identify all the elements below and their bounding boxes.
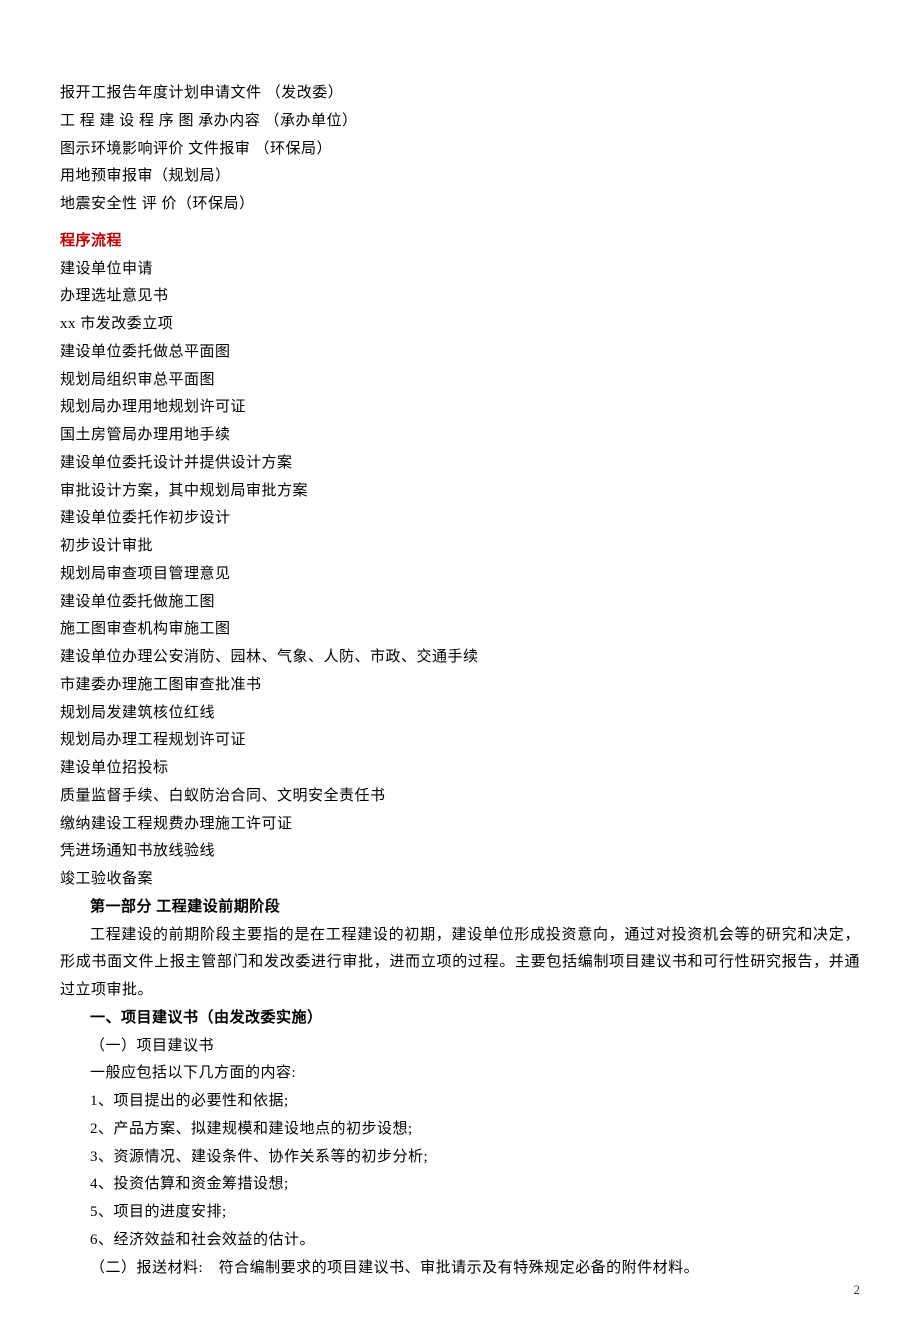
part1-paragraph: 工程建设的前期阶段主要指的是在工程建设的初期，建设单位形成投资意向，通过对投资机… [60, 922, 860, 1005]
intro-line: 报开工报告年度计划申请文件 （发改委） [60, 80, 860, 108]
procedure-step: 质量监督手续、白蚁防治合同、文明安全责任书 [60, 783, 860, 811]
procedure-step: 国土房管局办理用地手续 [60, 422, 860, 450]
intro-line: 用地预审报审（规划局） [60, 163, 860, 191]
section1-item: 6、经济效益和社会效益的估计。 [60, 1227, 860, 1255]
procedure-list: 建设单位申请 办理选址意见书 xx 市发改委立项 建设单位委托做总平面图 规划局… [60, 256, 860, 894]
procedure-step: 市建委办理施工图审查批准书 [60, 672, 860, 700]
procedure-step: 规划局办理工程规划许可证 [60, 727, 860, 755]
procedure-step: 建设单位办理公安消防、园林、气象、人防、市政、交通手续 [60, 644, 860, 672]
procedure-step: 规划局审查项目管理意见 [60, 561, 860, 589]
procedure-step: 建设单位申请 [60, 256, 860, 284]
spacer [60, 219, 860, 228]
procedure-step: 竣工验收备案 [60, 866, 860, 894]
part1-heading: 第一部分 工程建设前期阶段 [60, 894, 860, 922]
procedure-step: 建设单位委托作初步设计 [60, 505, 860, 533]
intro-line: 地震安全性 评 价（环保局） [60, 191, 860, 219]
section1-list: （一）项目建议书 一般应包括以下几方面的内容: 1、项目提出的必要性和依据; 2… [60, 1033, 860, 1283]
section1-item: 5、项目的进度安排; [60, 1199, 860, 1227]
section1-item: 1、项目提出的必要性和依据; [60, 1088, 860, 1116]
intro-block: 报开工报告年度计划申请文件 （发改委） 工 程 建 设 程 序 图 承办内容 （… [60, 80, 860, 219]
procedure-step: 审批设计方案，其中规划局审批方案 [60, 478, 860, 506]
intro-line: 图示环境影响评价 文件报审 （环保局） [60, 136, 860, 164]
section1-item: （二）报送材料: 符合编制要求的项目建议书、审批请示及有特殊规定必备的附件材料。 [60, 1255, 860, 1283]
procedure-step: 缴纳建设工程规费办理施工许可证 [60, 811, 860, 839]
procedure-step: 规划局办理用地规划许可证 [60, 394, 860, 422]
procedure-step: 办理选址意见书 [60, 283, 860, 311]
procedure-step: 建设单位委托设计并提供设计方案 [60, 450, 860, 478]
procedure-step: 规划局组织审总平面图 [60, 367, 860, 395]
procedure-step: 建设单位委托做施工图 [60, 589, 860, 617]
procedure-step: 建设单位招投标 [60, 755, 860, 783]
procedure-step: xx 市发改委立项 [60, 311, 860, 339]
section1-item: 3、资源情况、建设条件、协作关系等的初步分析; [60, 1144, 860, 1172]
procedure-step: 施工图审查机构审施工图 [60, 616, 860, 644]
procedure-step: 凭进场通知书放线验线 [60, 838, 860, 866]
procedure-step: 建设单位委托做总平面图 [60, 339, 860, 367]
section1-item: 4、投资估算和资金筹措设想; [60, 1171, 860, 1199]
section1-item: （一）项目建议书 [60, 1033, 860, 1061]
section1-heading: 一、项目建议书（由发改委实施） [60, 1005, 860, 1033]
intro-line: 工 程 建 设 程 序 图 承办内容 （承办单位） [60, 108, 860, 136]
page-number: 2 [854, 1278, 861, 1302]
document-page: 报开工报告年度计划申请文件 （发改委） 工 程 建 设 程 序 图 承办内容 （… [0, 0, 920, 1322]
section1-item: 2、产品方案、拟建规模和建设地点的初步设想; [60, 1116, 860, 1144]
procedure-heading: 程序流程 [60, 228, 860, 256]
procedure-step: 规划局发建筑核位红线 [60, 700, 860, 728]
procedure-step: 初步设计审批 [60, 533, 860, 561]
section1-item: 一般应包括以下几方面的内容: [60, 1060, 860, 1088]
